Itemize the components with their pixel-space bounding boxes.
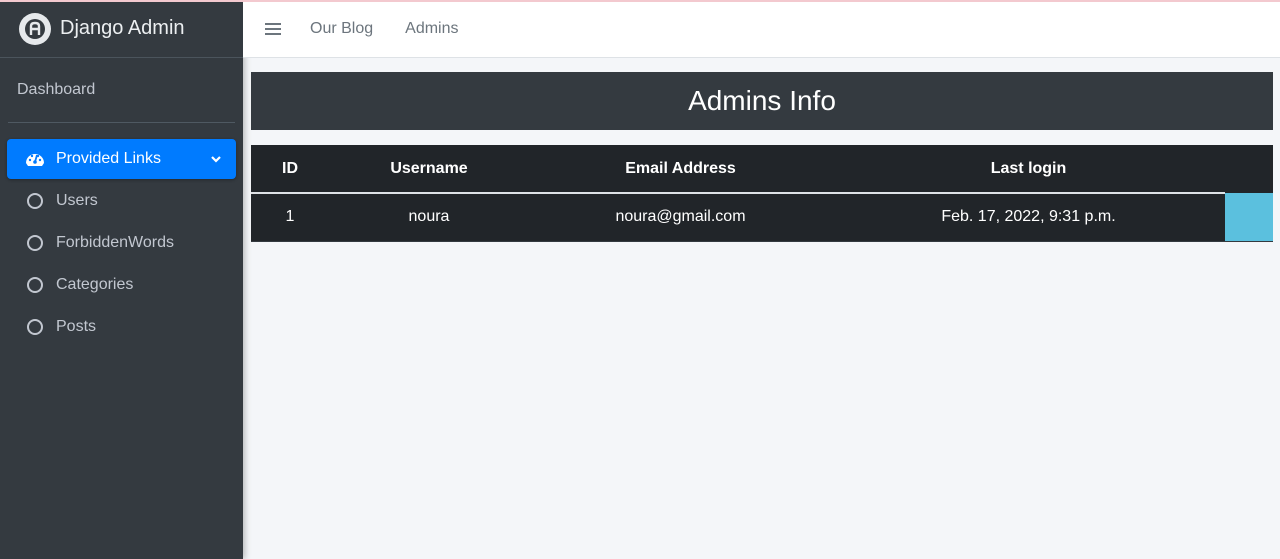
header-email: Email Address: [529, 145, 832, 194]
top-accent-line: [0, 0, 1280, 2]
sidebar-item-forbiddenwords[interactable]: ForbiddenWords: [7, 223, 236, 263]
sidebar-item-label: Provided Links: [56, 150, 161, 167]
table-row: 1 noura noura@gmail.com Feb. 17, 2022, 9…: [251, 193, 1273, 242]
sidebar-dashboard-link[interactable]: Dashboard: [0, 58, 243, 122]
hamburger-menu-icon[interactable]: [265, 22, 281, 35]
nav-link-admins[interactable]: Admins: [405, 20, 458, 38]
sidebar-item-provided-links[interactable]: Provided Links: [7, 139, 236, 179]
admins-table: ID Username Email Address Last login 1 n…: [251, 145, 1273, 242]
header-username: Username: [329, 145, 529, 194]
sidebar-item-posts[interactable]: Posts: [7, 307, 236, 347]
cell-last-login: Feb. 17, 2022, 9:31 p.m.: [832, 193, 1225, 242]
circle-icon: [25, 191, 45, 211]
sidebar: Django Admin Dashboard Provided Links Us…: [0, 0, 243, 559]
table-header-row: ID Username Email Address Last login: [251, 145, 1273, 194]
cell-id: 1: [251, 193, 329, 242]
header-actions: [1225, 145, 1273, 193]
cell-email: noura@gmail.com: [529, 193, 832, 242]
sidebar-item-label: ForbiddenWords: [56, 234, 174, 251]
sidebar-item-label: Users: [56, 192, 98, 209]
tachometer-icon: [25, 149, 45, 169]
sidebar-item-label: Posts: [56, 318, 97, 335]
circle-icon: [25, 233, 45, 253]
sidebar-nav: Provided Links Users ForbiddenWords Cate…: [0, 123, 243, 347]
brand-title: Django Admin: [60, 17, 185, 39]
circle-icon: [25, 317, 45, 337]
header-last-login: Last login: [832, 145, 1225, 194]
chevron-down-icon: [210, 151, 222, 169]
row-action-button[interactable]: [1225, 193, 1273, 242]
page-title: Admins Info: [688, 85, 836, 116]
brand-logo-icon: [19, 12, 51, 45]
top-navbar: Our Blog Admins: [243, 0, 1280, 58]
page-title-bar: Admins Info: [251, 72, 1273, 130]
sidebar-item-label: Categories: [56, 276, 134, 293]
sidebar-item-users[interactable]: Users: [7, 181, 236, 221]
header-id: ID: [251, 145, 329, 194]
circle-icon: [25, 275, 45, 295]
brand[interactable]: Django Admin: [0, 0, 243, 58]
nav-link-our-blog[interactable]: Our Blog: [310, 20, 373, 38]
sidebar-item-categories[interactable]: Categories: [7, 265, 236, 305]
cell-username: noura: [329, 193, 529, 242]
